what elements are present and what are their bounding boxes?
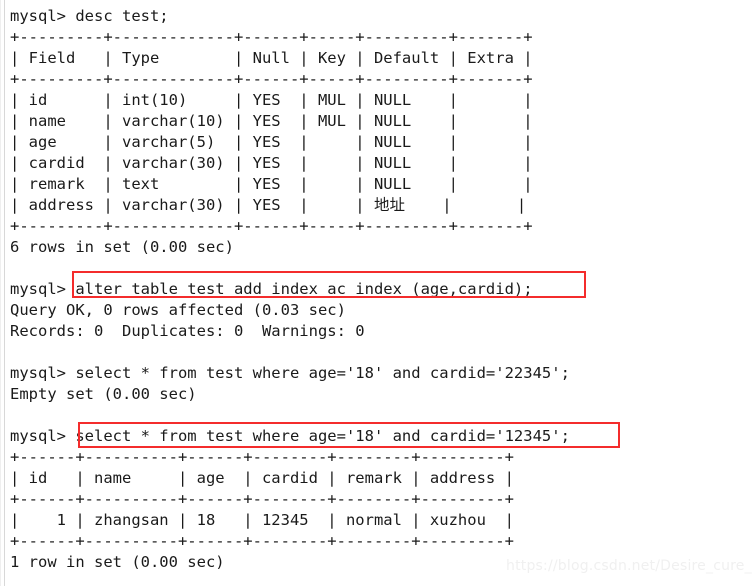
terminal-line: mysql> alter table test add index ac_ind… — [10, 280, 533, 298]
terminal-line: | id | name | age | cardid | remark | ad… — [10, 469, 514, 487]
window-left-edge-outer — [0, 0, 1, 586]
terminal-line: +---------+-------------+------+-----+--… — [10, 217, 533, 235]
terminal-output[interactable]: mysql> desc test; +---------+------------… — [10, 6, 750, 573]
terminal-line: Query OK, 0 rows affected (0.03 sec) — [10, 301, 346, 319]
terminal-line: +---------+-------------+------+-----+--… — [10, 28, 533, 46]
terminal-line: | Field | Type | Null | Key | Default | … — [10, 49, 533, 67]
terminal-line: | address | varchar(30) | YES | | 地址 | | — [10, 196, 527, 214]
terminal-line: | id | int(10) | YES | MUL | NULL | | — [10, 91, 533, 109]
terminal-line: mysql> desc test; — [10, 7, 169, 25]
terminal-line: +---------+-------------+------+-----+--… — [10, 70, 533, 88]
terminal-line: +------+----------+------+--------+-----… — [10, 448, 514, 466]
mysql-terminal-window[interactable]: mysql> desc test; +---------+------------… — [0, 0, 755, 586]
terminal-line: mysql> select * from test where age='18'… — [10, 427, 570, 445]
window-left-edge — [4, 0, 5, 586]
terminal-line: +------+----------+------+--------+-----… — [10, 532, 514, 550]
terminal-line: | remark | text | YES | | NULL | | — [10, 175, 533, 193]
terminal-line: | age | varchar(5) | YES | | NULL | | — [10, 133, 533, 151]
terminal-line: | cardid | varchar(30) | YES | | NULL | … — [10, 154, 533, 172]
terminal-line: | 1 | zhangsan | 18 | 12345 | normal | x… — [10, 511, 514, 529]
watermark-text: https://blog.csdn.net/Desire_cure_ — [506, 558, 752, 574]
terminal-line: Records: 0 Duplicates: 0 Warnings: 0 — [10, 322, 365, 340]
terminal-line: Empty set (0.00 sec) — [10, 385, 197, 403]
terminal-line: mysql> select * from test where age='18'… — [10, 364, 570, 382]
terminal-line: | name | varchar(10) | YES | MUL | NULL … — [10, 112, 533, 130]
terminal-line: +------+----------+------+--------+-----… — [10, 490, 514, 508]
terminal-line: 6 rows in set (0.00 sec) — [10, 238, 234, 256]
